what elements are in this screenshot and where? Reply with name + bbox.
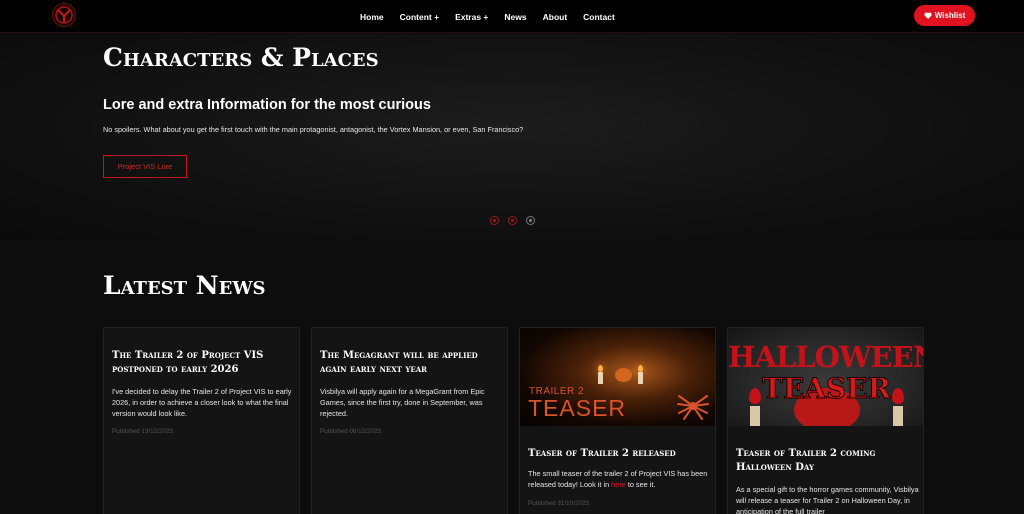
pumpkin-icon: [615, 368, 632, 382]
candle-icon: [638, 372, 643, 384]
slider-dot-1[interactable]: [490, 216, 499, 225]
hero-subtitle: Lore and extra Information for the most …: [103, 97, 431, 113]
candle-flame-icon: [892, 388, 904, 404]
news-card-title[interactable]: Teaser of Trailer 2 released: [528, 447, 712, 461]
slider-dots: [490, 216, 535, 225]
image-halloween-text: HALLOWEEN: [728, 340, 924, 374]
hero-slider: Characters & Places Lore and extra Infor…: [0, 34, 1024, 240]
wishlist-button[interactable]: Wishlist: [914, 5, 975, 26]
news-card-text: The small teaser of the trailer 2 of Pro…: [528, 468, 712, 490]
slider-dot-2[interactable]: [508, 216, 517, 225]
wishlist-label: Wishlist: [934, 11, 966, 20]
news-card-date: Published 31/10/2025: [528, 500, 589, 507]
candle-flame-icon: [598, 365, 603, 372]
main-nav: Home Content + Extras + News About Conta…: [360, 0, 631, 33]
project-vis-lore-button[interactable]: Project VIS Lore: [103, 155, 187, 178]
halloween-teaser-image[interactable]: HALLOWEEN TEASER: [728, 328, 924, 426]
news-card-date: Published 06/12/2025: [320, 428, 381, 435]
slider-dot-3[interactable]: [526, 216, 535, 225]
news-card-date: Published 13/12/2025: [112, 428, 173, 435]
vortex-logo-icon[interactable]: [52, 3, 76, 27]
nav-home[interactable]: Home: [360, 12, 384, 22]
latest-news-heading: Latest News: [103, 271, 266, 300]
news-card-1[interactable]: The Trailer 2 of Project VIS postponed t…: [103, 327, 300, 514]
candle-flame-icon: [638, 365, 643, 372]
image-teaser-text: TEASER: [528, 395, 627, 421]
spider-icon: [677, 395, 709, 420]
teaser-here-link[interactable]: here: [611, 480, 626, 489]
top-navbar: Home Content + Extras + News About Conta…: [0, 0, 1024, 33]
news-card-title[interactable]: The Megagrant will be applied again earl…: [320, 349, 504, 377]
trailer-teaser-image[interactable]: TRAILER 2 TEASER: [520, 328, 715, 426]
candle-icon: [598, 372, 603, 384]
hero-title: Characters & Places: [103, 43, 379, 72]
news-card-text: Visbilya will apply again for a MegaGran…: [320, 387, 485, 419]
news-card-2[interactable]: The Megagrant will be applied again earl…: [311, 327, 508, 514]
news-card-text: As a special gift to the horror games co…: [736, 485, 919, 514]
news-card-text-part: to see it.: [627, 480, 656, 490]
nav-news[interactable]: News: [504, 12, 526, 22]
nav-extras[interactable]: Extras +: [455, 12, 488, 22]
news-card-title[interactable]: The Trailer 2 of Project VIS postponed t…: [112, 349, 296, 377]
news-card-4[interactable]: HALLOWEEN TEASER Teaser of Trailer 2 com…: [727, 327, 924, 514]
news-card-title[interactable]: Teaser of Trailer 2 coming Halloween Day: [736, 447, 920, 475]
nav-content[interactable]: Content +: [400, 12, 439, 22]
candle-flame-icon: [749, 388, 761, 404]
nav-about[interactable]: About: [543, 12, 568, 22]
heart-icon: [924, 12, 932, 19]
nav-contact[interactable]: Contact: [583, 12, 615, 22]
candle-icon: [893, 406, 903, 426]
news-card-3[interactable]: TRAILER 2 TEASER Teaser of Trailer 2 rel…: [519, 327, 716, 514]
hero-text: No spoilers. What about you get the firs…: [103, 125, 524, 134]
news-card-text: I've decided to delay the Trailer 2 of P…: [112, 387, 292, 419]
candle-icon: [750, 406, 760, 426]
